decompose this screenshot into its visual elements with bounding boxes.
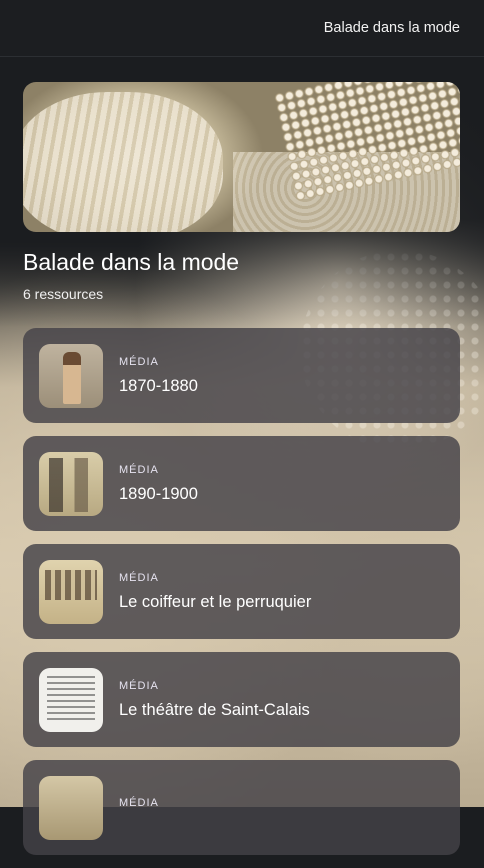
top-bar: Balade dans la mode [0, 0, 484, 57]
resource-thumbnail [39, 343, 103, 408]
resource-card[interactable]: MÉDIA 1890-1900 [23, 436, 460, 531]
collection-title: Balade dans la mode [23, 249, 240, 275]
resource-title: Le théâtre de Saint-Calais [119, 700, 310, 719]
resource-title: Le coiffeur et le perruquier [119, 592, 312, 611]
resource-type: MÉDIA [119, 463, 159, 476]
resource-type: MÉDIA [119, 571, 159, 584]
top-bar-title[interactable]: Balade dans la mode [324, 20, 460, 36]
resource-type: MÉDIA [119, 797, 159, 809]
resource-thumbnail [39, 451, 103, 516]
resource-thumbnail [39, 667, 103, 732]
resource-card[interactable]: MÉDIA Le théâtre de Saint-Calais [23, 652, 460, 747]
resource-list: MÉDIA 1870-1880 MÉDIA 1890-1900 MÉDIA Le… [23, 328, 460, 868]
resource-title: 1870-1880 [119, 376, 198, 395]
resource-title: 1890-1900 [119, 484, 198, 503]
resource-thumbnail [39, 775, 103, 840]
resource-type: MÉDIA [119, 679, 159, 692]
cover-sleeve-detail [23, 92, 223, 232]
resource-count: 6 ressources [23, 286, 104, 302]
resource-card[interactable]: MÉDIA Le coiffeur et le perruquier [23, 544, 460, 639]
resource-thumbnail [39, 559, 103, 624]
resource-card[interactable]: MÉDIA [23, 760, 460, 855]
resource-card[interactable]: MÉDIA 1870-1880 [23, 328, 460, 423]
collection-cover-image [23, 82, 460, 232]
resource-type: MÉDIA [119, 355, 159, 368]
